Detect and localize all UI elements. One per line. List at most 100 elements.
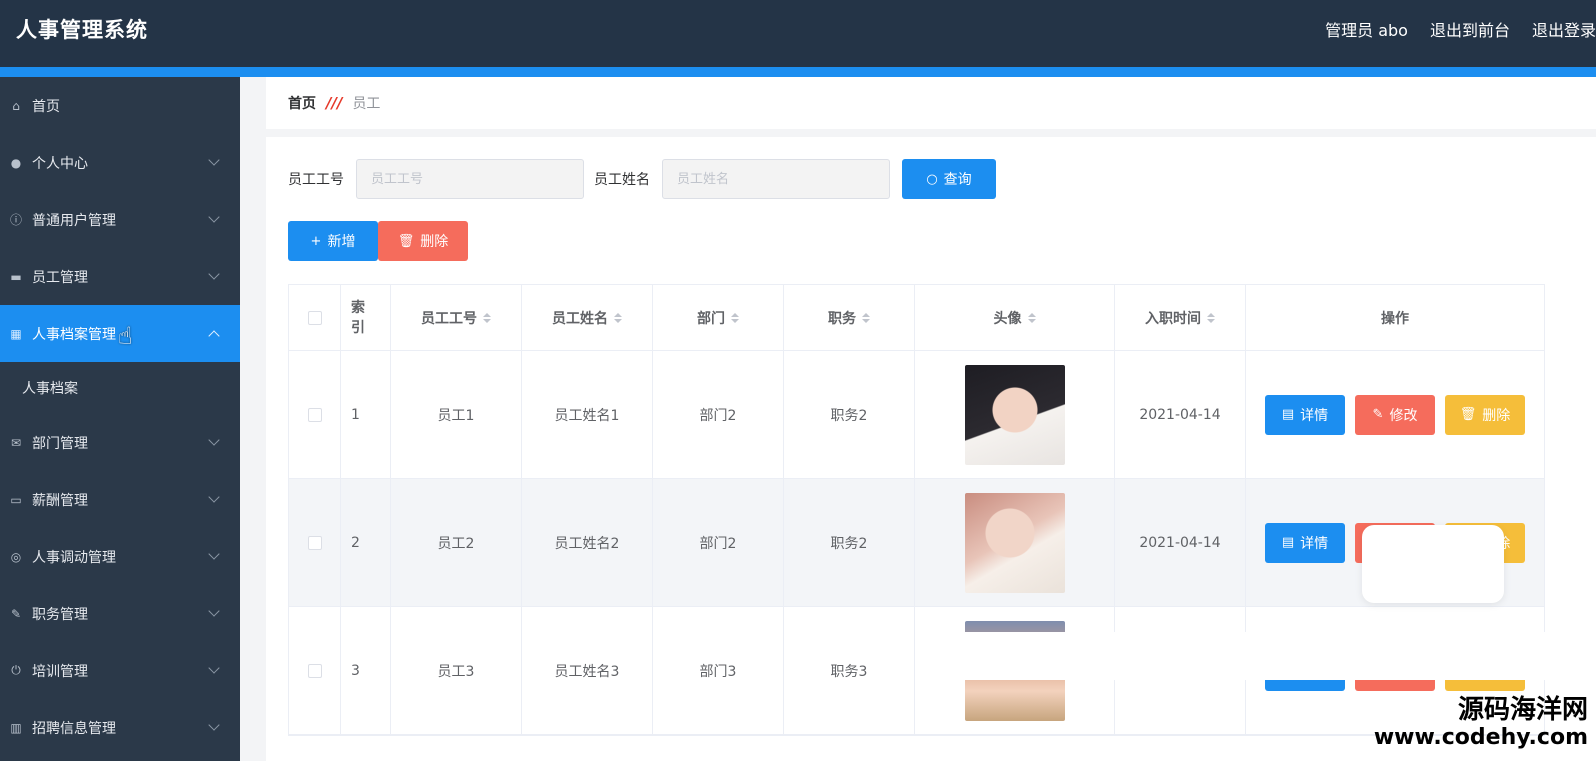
chevron-down-icon	[208, 605, 220, 617]
info-circle-icon: ⓘ	[9, 213, 22, 227]
detail-button[interactable]: ▤ 详情	[1265, 394, 1345, 435]
header-employee-name: 员工姓名	[552, 310, 608, 327]
breadcrumb-current: 员工	[352, 96, 381, 112]
overlay-card	[1362, 525, 1504, 603]
search-form: 员工工号 员工姓名 ○ 查询	[288, 159, 996, 199]
row-avatar-cell	[915, 479, 1115, 606]
sidebar-item-personal-center[interactable]: ● 个人中心	[0, 134, 240, 191]
select-all-checkbox[interactable]	[307, 310, 322, 325]
chevron-down-icon	[208, 548, 220, 560]
header-avatar-cell[interactable]: 头像	[915, 285, 1115, 350]
sort-icon[interactable]	[1027, 312, 1036, 323]
sidebar-item-label: 部门管理	[32, 435, 88, 452]
sidebar-item-department-management[interactable]: ✉ 部门管理	[0, 414, 240, 471]
employee-name-label: 员工姓名	[594, 172, 650, 188]
sidebar-item-salary-management[interactable]: ▭ 薪酬管理	[0, 471, 240, 528]
delete-button[interactable]: 🗑 删除	[1445, 394, 1525, 435]
row-position: 职务2	[784, 351, 915, 478]
breadcrumb: 首页 /// 员工	[266, 77, 1596, 129]
mouse-pointer-icon: ☝	[118, 322, 133, 350]
row-employee-no: 员工1	[391, 351, 522, 478]
row-check-cell	[289, 479, 341, 606]
detail-button-label: 详情	[1300, 535, 1329, 552]
sidebar-subitem-label: 人事档案	[22, 381, 78, 397]
monitor-icon: ▬	[10, 269, 22, 284]
header-position-cell[interactable]: 职务	[784, 285, 915, 350]
sidebar-item-label: 职务管理	[32, 606, 88, 623]
row-checkbox[interactable]	[307, 407, 322, 422]
employee-name-input[interactable]	[662, 159, 890, 199]
header-hire-date-cell[interactable]: 入职时间	[1115, 285, 1246, 350]
row-check-cell	[289, 607, 341, 734]
sidebar-item-home[interactable]: ⌂ 首页	[0, 77, 240, 134]
overlay-band	[954, 632, 1596, 680]
sort-icon[interactable]	[614, 312, 622, 323]
row-checkbox[interactable]	[307, 663, 322, 678]
avatar[interactable]	[964, 364, 1065, 465]
sidebar-item-label: 人事档案管理	[32, 326, 116, 343]
sidebar-item-label: 薪酬管理	[32, 492, 88, 509]
detail-button[interactable]: ▤ 详情	[1265, 522, 1345, 563]
sidebar-item-employee-management[interactable]: ▬ 员工管理	[0, 248, 240, 305]
edit-button[interactable]: ✎ 修改	[1355, 394, 1435, 435]
detail-button-label: 详情	[1300, 407, 1329, 424]
sidebar-item-training-management[interactable]: ⏻ 培训管理	[0, 642, 240, 699]
frontend-link[interactable]: 退出到前台	[1430, 17, 1510, 41]
home-icon: ⌂	[12, 98, 20, 113]
grid-icon: ▦	[10, 326, 22, 341]
sidebar-item-transfer-management[interactable]: ◎ 人事调动管理	[0, 528, 240, 585]
bulk-delete-button[interactable]: 🗑 删除	[378, 221, 468, 261]
sidebar-item-label: 人事调动管理	[32, 549, 116, 566]
chevron-down-icon	[208, 491, 220, 503]
header-department: 部门	[697, 310, 725, 327]
sidebar-item-recruitment-management[interactable]: ▥ 招聘信息管理	[0, 699, 240, 756]
sidebar-item-position-management[interactable]: ✎ 职务管理	[0, 585, 240, 642]
row-index: 3	[341, 607, 391, 734]
document-icon: ▤	[1281, 407, 1295, 422]
header-employee-name-cell[interactable]: 员工姓名	[522, 285, 653, 350]
query-button[interactable]: ○ 查询	[902, 159, 996, 199]
chevron-down-icon	[208, 211, 220, 223]
header-employee-no: 员工工号	[421, 310, 477, 327]
user-label[interactable]: 管理员 abo	[1325, 17, 1408, 41]
row-employee-name: 员工姓名3	[522, 607, 653, 734]
add-button[interactable]: + 新增	[288, 221, 378, 261]
row-employee-name: 员工姓名1	[522, 351, 653, 478]
sort-icon[interactable]	[483, 312, 491, 323]
sidebar-subitem-hr-archive[interactable]: 人事档案	[0, 362, 240, 414]
header-department-cell[interactable]: 部门	[653, 285, 784, 350]
sidebar-item-label: 员工管理	[32, 269, 88, 286]
watermark-line-2: www.codehy.com	[1373, 725, 1588, 750]
avatar[interactable]	[964, 492, 1065, 593]
logout-link[interactable]: 退出登录	[1532, 17, 1596, 41]
employee-no-input[interactable]	[356, 159, 584, 199]
bulk-delete-button-label: 删除	[420, 234, 449, 250]
header-avatar: 头像	[993, 310, 1022, 327]
accent-bar	[0, 67, 1596, 77]
sidebar-item-label: 培训管理	[32, 663, 88, 680]
plus-icon: +	[310, 233, 322, 249]
trash-icon: 🗑	[1459, 407, 1477, 422]
sidebar-item-label: 招聘信息管理	[32, 720, 116, 737]
sort-icon[interactable]	[862, 312, 870, 323]
sort-icon[interactable]	[731, 312, 739, 323]
row-avatar-cell	[915, 351, 1115, 478]
breadcrumb-home[interactable]: 首页	[288, 93, 316, 113]
row-check-cell	[289, 351, 341, 478]
watermark-line-1: 源码海洋网	[1457, 695, 1588, 725]
row-operations: ▤ 详情 ✎ 修改 🗑 删除	[1246, 351, 1544, 478]
sort-icon[interactable]	[1207, 312, 1215, 323]
sidebar-item-user-management[interactable]: ⓘ 普通用户管理	[0, 191, 240, 248]
trash-icon: ▥	[10, 720, 22, 735]
row-position: 职务2	[784, 479, 915, 606]
row-checkbox[interactable]	[307, 535, 322, 550]
header-operations-cell: 操作	[1246, 285, 1544, 350]
employee-no-label: 员工工号	[288, 172, 344, 188]
header-employee-no-cell[interactable]: 员工工号	[391, 285, 522, 350]
row-employee-no: 员工3	[391, 607, 522, 734]
sidebar: ⌂ 首页 ● 个人中心 ⓘ 普通用户管理 ▬ 员工管理 ▦ 人事档案管理 人事档…	[0, 77, 240, 761]
table-header-row: 索引 员工工号 员工姓名 部门 职务 头像 入职时间 操作	[289, 285, 1544, 351]
query-button-label: 查询	[943, 172, 972, 188]
chevron-down-icon	[208, 434, 220, 446]
sidebar-item-label: 首页	[32, 98, 60, 115]
